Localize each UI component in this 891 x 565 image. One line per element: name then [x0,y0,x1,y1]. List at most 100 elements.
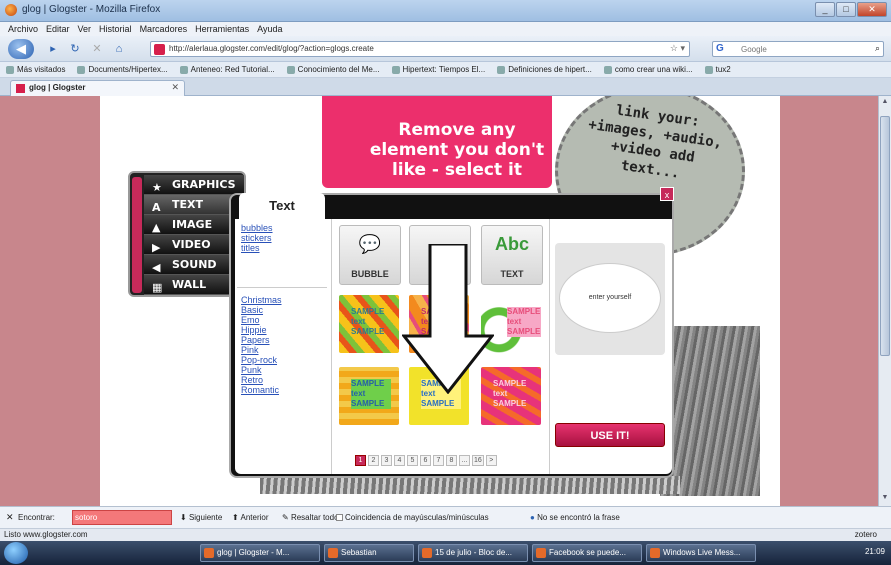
next-page-button[interactable]: > [485,455,497,466]
find-input[interactable] [72,510,172,525]
link-titles[interactable]: titles [241,243,273,253]
address-bar[interactable]: http://alerlaua.glogster.com/edit/glog/?… [150,41,690,57]
tab-glog[interactable]: glog | Glogster ✕ [10,80,185,96]
style-link[interactable]: Hippie [241,325,282,335]
menu-ver[interactable]: Ver [78,22,92,36]
highlight-all-button[interactable]: ✎ Resaltar todo [282,513,339,522]
bookmark-item[interactable]: Anteneo: Red Tutorial... [179,62,275,77]
speech-bubble-icon: 💬 [358,234,382,254]
style-link[interactable]: Romantic [241,385,282,395]
link-stickers[interactable]: stickers [241,233,273,243]
menu-ayuda[interactable]: Ayuda [257,22,282,36]
page-button[interactable]: 5 [407,455,418,466]
search-icon[interactable]: ⌕ [875,43,880,54]
type-bubble-button[interactable]: 💬 BUBBLE [339,225,401,285]
forward-icon[interactable]: ▸ [44,40,62,58]
taskbar-item[interactable]: 15 de julio - Bloc de... [418,544,528,562]
taskbar-item[interactable]: Facebook se puede... [532,544,642,562]
bookmark-icon [497,65,506,74]
back-button[interactable]: ◀ [8,39,34,59]
window-title: glog | Glogster - Mozilla Firefox [22,4,161,15]
close-tab-icon[interactable]: ✕ [171,82,179,93]
reload-icon[interactable]: ↻ [66,40,84,58]
taskbar-item[interactable]: Windows Live Mess... [646,544,756,562]
style-link[interactable]: Pop-rock [241,355,282,365]
find-prev-button[interactable]: ⬆ Anterior [232,513,269,522]
bookmark-item[interactable]: tux2 [704,62,731,77]
style-link[interactable]: Emo [241,315,282,325]
status-text: Listo www.glogster.com [4,530,88,539]
bookmark-item[interactable]: como crear una wiki... [603,62,693,77]
style-link[interactable]: Punk [241,365,282,375]
style-link[interactable]: Pink [241,345,282,355]
page-button[interactable]: 8 [446,455,457,466]
scroll-up-icon[interactable]: ▲ [880,98,890,108]
menu-marcadores[interactable]: Marcadores [140,22,188,36]
window-controls: _ □ ✕ [815,2,887,17]
bookmark-icon [77,65,86,74]
taskbar-item[interactable]: glog | Glogster - M... [200,544,320,562]
menu-historial[interactable]: Historial [99,22,132,36]
close-find-icon[interactable]: ✕ [6,512,14,523]
search-bar[interactable]: G ⌕ [712,41,884,57]
find-status: ● No se encontró la frase [530,513,620,522]
page-button[interactable]: 16 [472,455,484,466]
divider [237,287,327,288]
menu-herramientas[interactable]: Herramientas [195,22,249,36]
scrollbar-thumb[interactable] [880,116,890,356]
dialog-tab-text[interactable]: Text [239,193,325,219]
messenger-icon [650,548,660,558]
bookmark-item[interactable]: Más visitados [6,62,65,77]
page-button[interactable]: 7 [433,455,444,466]
bookmark-icon [603,65,612,74]
taskbar-item[interactable]: Sebastian [324,544,414,562]
search-input[interactable] [741,43,861,55]
page-viewport: Remove any element you don't like - sele… [0,96,878,506]
stop-icon[interactable]: ✕ [88,40,106,58]
style-link[interactable]: Basic [241,305,282,315]
menu-editar[interactable]: Editar [46,22,70,36]
home-icon[interactable]: ⌂ [110,40,128,58]
bookmark-item[interactable]: Conocimiento del Me... [286,62,380,77]
link-bubbles[interactable]: bubbles [241,223,273,233]
menu-archivo[interactable]: Archivo [8,22,38,36]
tip-banner: Remove any element you don't like - sele… [322,96,552,188]
tab-bar: glog | Glogster ✕ [0,78,891,96]
page-ellipsis: ... [459,455,470,466]
minimize-button[interactable]: _ [815,2,835,17]
match-case-checkbox[interactable]: Coincidencia de mayúsculas/minúsculas [336,513,489,522]
tip-banner-text: Remove any element you don't like - sele… [369,120,545,180]
preview-bubble: enter yourself [559,263,661,333]
page-button[interactable]: 2 [368,455,379,466]
bookmark-item[interactable]: Hipertext: Tiempos El... [391,62,485,77]
page-button[interactable]: 3 [381,455,392,466]
zotero-label[interactable]: zotero [855,530,877,539]
start-button[interactable] [4,542,28,564]
page-button[interactable]: 1 [355,455,366,466]
style-links: Christmas Basic Emo Hippie Papers Pink P… [241,295,282,395]
tool-graphics[interactable]: ★ GRAPHICS [144,175,244,195]
page-button[interactable]: 4 [394,455,405,466]
style-link[interactable]: Christmas [241,295,282,305]
down-arrow-annotation-icon [402,244,494,394]
close-window-button[interactable]: ✕ [857,2,887,17]
maximize-button[interactable]: □ [836,2,856,17]
style-link[interactable]: Retro [241,375,282,385]
preview-text: enter yourself [588,294,632,301]
taskbar-clock: 21:09 [864,547,885,556]
navigation-bar: ◀ ▸ ↻ ✕ ⌂ http://alerlaua.glogster.com/e… [0,36,891,62]
divider [549,219,550,474]
bookmark-item[interactable]: Definiciones de hipert... [497,62,592,77]
style-link[interactable]: Papers [241,335,282,345]
sample-text-style[interactable]: SAMPLE text SAMPLE [339,367,399,425]
find-next-button[interactable]: ⬇ Siguiente [180,513,222,522]
sample-text-style[interactable]: SAMPLE text SAMPLE [339,295,399,353]
bookmark-item[interactable]: Documents/Hipertex... [77,62,168,77]
vertical-scrollbar[interactable]: ▲ ▼ [878,96,891,506]
bookmark-star-icon[interactable]: ☆ ▾ [670,43,685,54]
dialog-close-button[interactable]: x [660,187,674,201]
scroll-down-icon[interactable]: ▼ [880,494,890,504]
tip-stamp-text: link your: +images, +audio, +video add t… [587,102,724,182]
page-button[interactable]: 6 [420,455,431,466]
use-it-button[interactable]: USE IT! [555,423,665,447]
